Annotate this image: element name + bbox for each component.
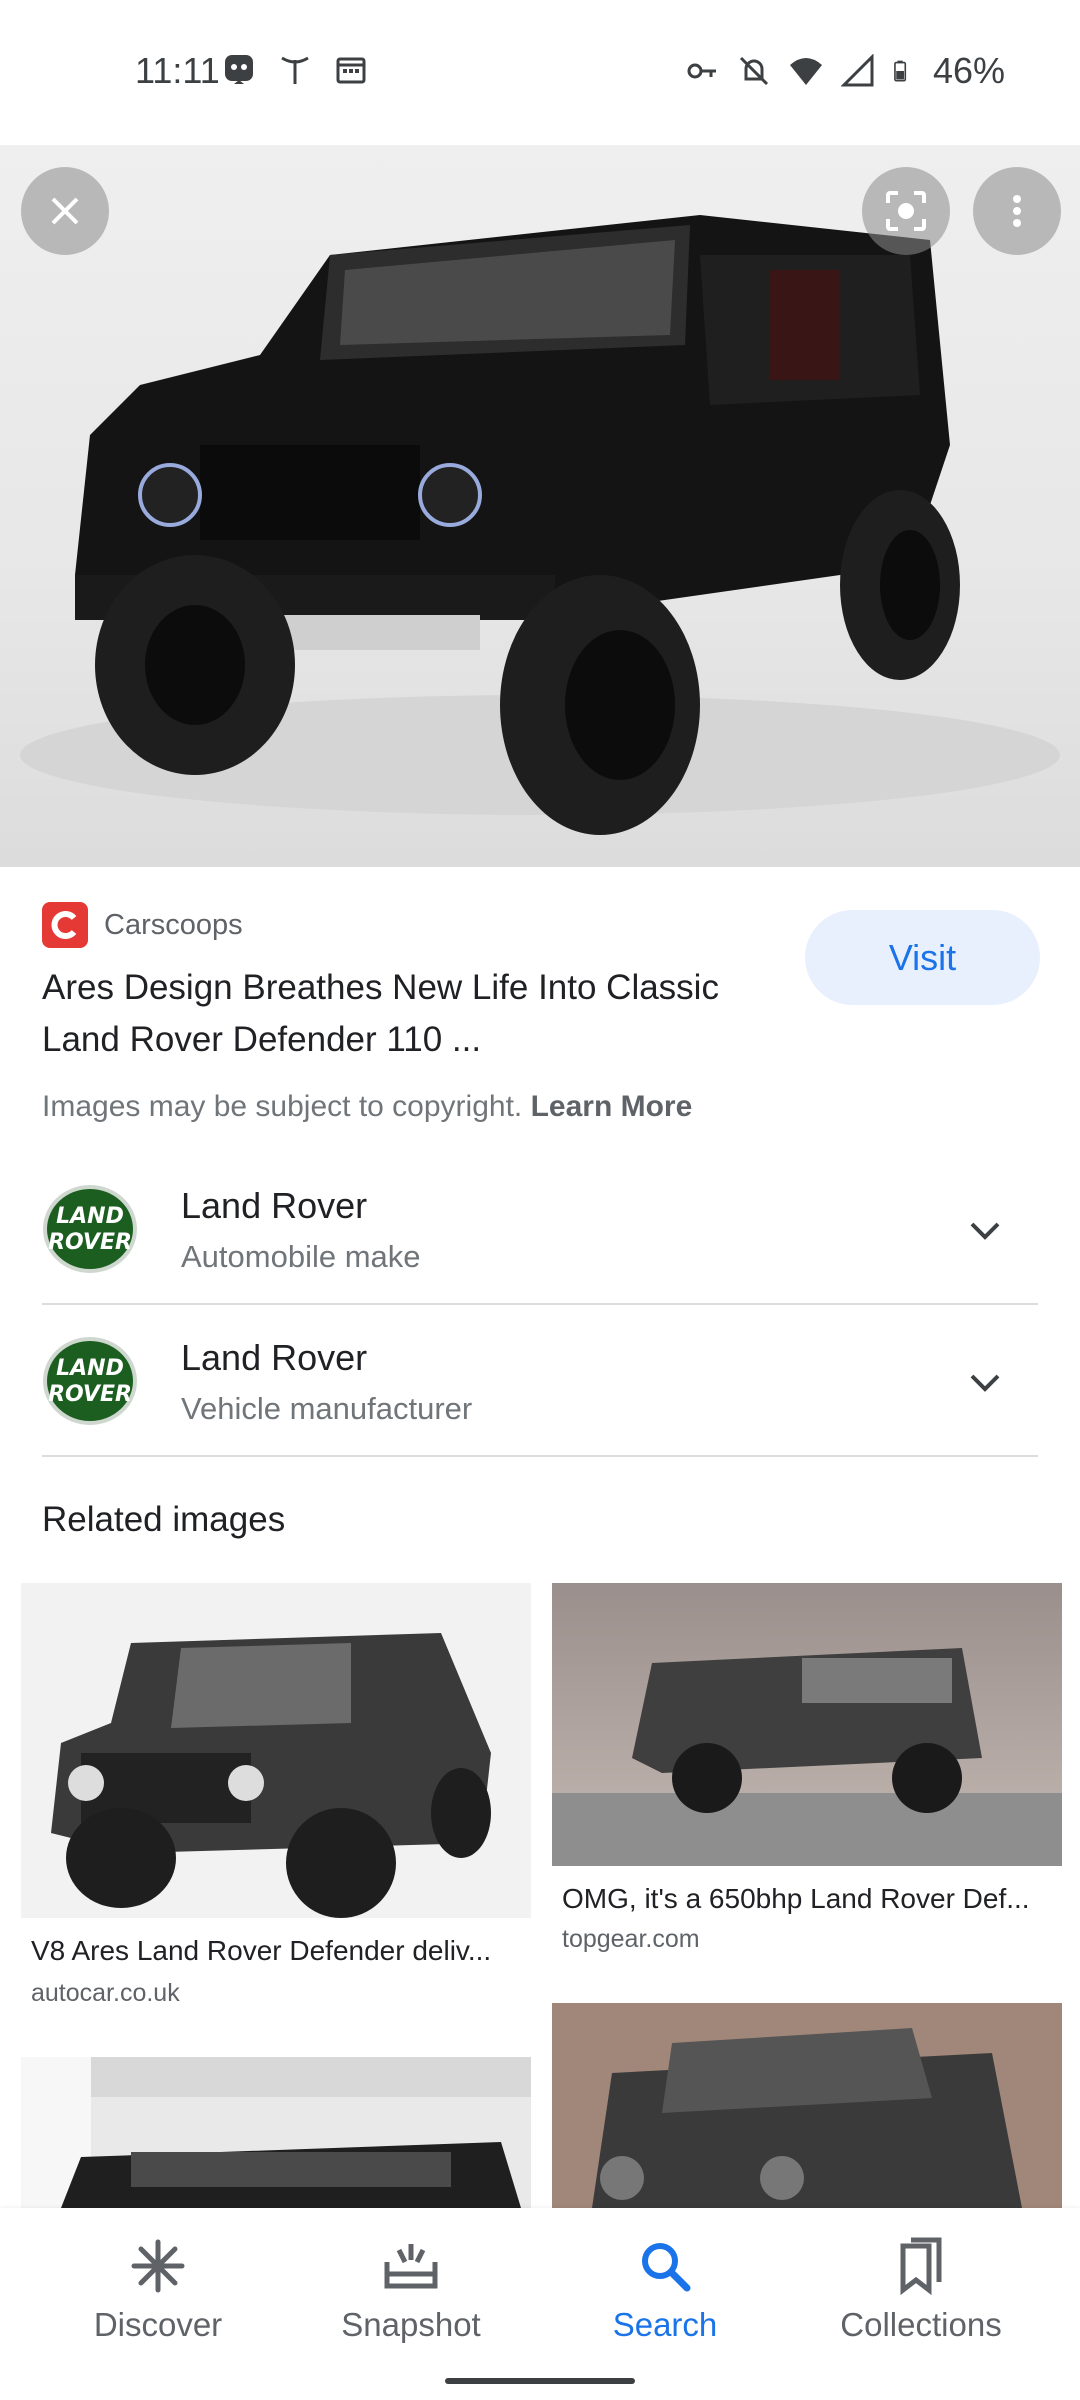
related-image-card[interactable] [552,2003,1062,2208]
svg-text:LAND: LAND [56,1204,124,1229]
nav-label: Search [612,2306,718,2343]
lens-button[interactable] [862,167,950,255]
related-image [552,2003,1062,2208]
bottom-navigation: Discover Snapshot Search Collections [0,2208,1080,2400]
related-image-domain: topgear.com [562,1925,700,1953]
carscoops-logo-icon [42,902,88,948]
wifi-icon [789,58,822,85]
assistant-icon [225,55,253,84]
copyright-notice: Images may be subject to copyright. Lear… [42,1090,692,1124]
related-image [21,2057,531,2208]
related-image-card[interactable]: OMG, it's a 650bhp Land Rover Def... top… [552,1583,1062,1963]
source-name: Carscoops [104,908,243,941]
related-image [21,1583,531,1918]
battery-icon [894,60,907,82]
entity-name: Land Rover [181,1185,368,1226]
nav-snapshot[interactable]: Snapshot [286,2236,536,2344]
svg-text:LAND: LAND [56,1356,124,1381]
related-image-title: OMG, it's a 650bhp Land Rover Def... [562,1883,1030,1914]
hero-image[interactable] [0,145,1080,867]
search-icon [642,2243,691,2292]
related-image-card[interactable] [21,2057,531,2208]
home-indicator[interactable] [445,2378,635,2384]
chevron-down-icon[interactable] [962,1207,1008,1253]
snapshot-icon [384,2244,438,2289]
entity-name: Land Rover [181,1337,368,1378]
chevron-down-icon[interactable] [962,1359,1008,1405]
land-rover-logo-icon: LAND ROVER [43,1185,137,1273]
entity-subtitle: Automobile make [181,1239,421,1274]
entity-row-vehicle-manufacturer[interactable]: LAND ROVER Land Rover Vehicle manufactur… [42,1307,1038,1457]
related-image [552,1583,1062,1866]
nav-label: Snapshot [341,2306,481,2343]
discover-icon [131,2239,185,2293]
close-button[interactable] [21,167,109,255]
more-options-button[interactable] [973,167,1061,255]
related-image-title: V8 Ares Land Rover Defender deliv... [31,1935,492,1966]
entity-row-automobile-make[interactable]: LAND ROVER Land Rover Automobile make [42,1155,1038,1305]
svg-text:ROVER: ROVER [48,1230,132,1255]
more-vert-icon [1013,195,1021,227]
collections-icon [900,2237,942,2296]
visit-button[interactable]: Visit [805,910,1040,1005]
copyright-text: Images may be subject to copyright. [42,1090,523,1123]
nav-collections[interactable]: Collections [796,2236,1046,2344]
related-images-heading: Related images [42,1500,286,1539]
nav-label: Discover [93,2306,223,2343]
status-time: 11:11 [135,50,220,91]
signal-icon [840,54,874,87]
mute-icon [739,56,768,86]
antenna-icon [281,56,309,84]
calendar-icon [336,57,366,84]
learn-more-link[interactable]: Learn More [531,1090,693,1123]
status-bar: 11:11 46% [0,0,1080,145]
svg-text:ROVER: ROVER [48,1382,132,1407]
battery-percent: 46% [932,50,1005,91]
key-icon [687,63,716,79]
nav-label: Collections [840,2306,1002,2343]
nav-discover[interactable]: Discover [33,2236,283,2344]
close-icon [51,197,79,225]
land-rover-logo-icon: LAND ROVER [43,1337,137,1425]
lens-icon [886,191,926,231]
entity-subtitle: Vehicle manufacturer [181,1391,473,1426]
nav-search[interactable]: Search [540,2236,790,2344]
related-image-domain: autocar.co.uk [31,1979,180,2007]
source-row[interactable]: Carscoops [42,902,243,948]
result-title[interactable]: Ares Design Breathes New Life Into Class… [42,962,742,1066]
related-image-card[interactable]: V8 Ares Land Rover Defender deliv... aut… [21,1583,531,2023]
